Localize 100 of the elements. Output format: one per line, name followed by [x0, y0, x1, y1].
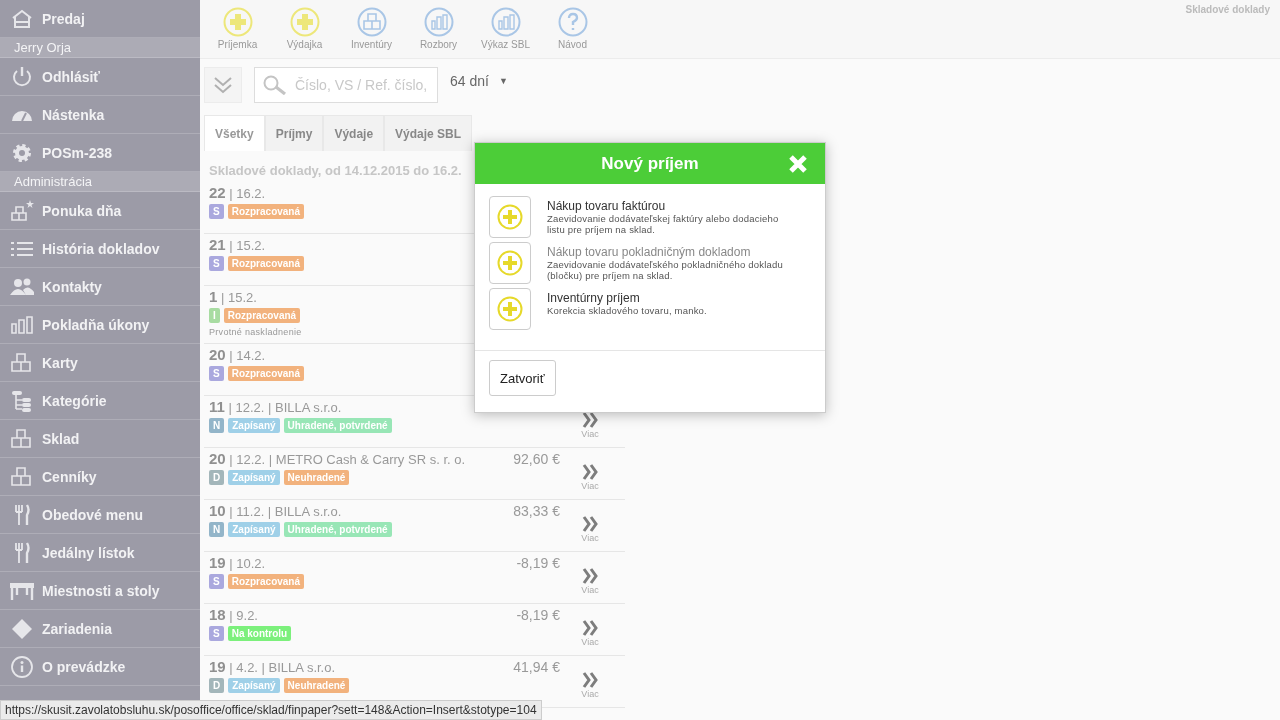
power-icon [11, 65, 33, 88]
period-dropdown[interactable]: 64 dní ▼ [450, 73, 508, 89]
double-chevron-right-icon [582, 464, 598, 480]
sidebar-item[interactable]: Kategórie [0, 382, 200, 420]
sidebar-item[interactable]: Kontakty [0, 268, 200, 306]
option-title[interactable]: Nákup tovaru faktúrou [547, 199, 797, 213]
tab[interactable]: Výdaje SBL [384, 115, 473, 151]
status-tag: Uhradené, potvrdené [283, 418, 392, 433]
boxes-icon [11, 466, 33, 487]
status-tag: Rozpracovaná [227, 574, 305, 589]
add-button[interactable] [489, 288, 531, 330]
document-note: Prvotné naskladnenie [209, 327, 303, 337]
boxes-star-icon [10, 199, 34, 222]
status-tag: S [209, 256, 224, 271]
house-icon [11, 8, 33, 29]
search-icon [263, 75, 287, 95]
sidebar-item[interactable]: Jedálny lístok [0, 534, 200, 572]
diamond-icon [12, 618, 32, 639]
boxes-icon [11, 428, 33, 449]
amount: 41,94 € [513, 659, 560, 675]
double-chevron-down-icon [213, 76, 233, 94]
status-tag: Rozpracovaná [223, 308, 301, 323]
more-link[interactable]: Viac [560, 502, 620, 551]
double-chevron-right-icon [582, 412, 598, 428]
document-title: 10 | 11.2. | BILLA s.r.o. [209, 502, 343, 519]
amount: -8,19 € [516, 555, 560, 571]
document-title: 19 | 4.2. | BILLA s.r.o. [209, 658, 337, 675]
status-tag: N [209, 522, 225, 537]
document-title: 1 | 15.2. [209, 288, 258, 305]
sidebar-item[interactable]: Obedové menu [0, 496, 200, 534]
status-tag: S [209, 366, 224, 381]
gear-icon [12, 142, 32, 163]
status-tag: Uhradené, potvrdené [283, 522, 392, 537]
dialog-title: Nový príjem [601, 153, 699, 174]
more-link[interactable]: Viac [560, 658, 620, 707]
toolbar-button[interactable]: Výdajka [271, 0, 338, 50]
sidebar-section-header: Jerry Orja [0, 38, 200, 58]
toolbar-button[interactable]: Príjemka [204, 0, 271, 50]
more-link[interactable]: Viac [560, 398, 620, 447]
status-tag: Zapísaný [228, 678, 280, 693]
status-tag: Zapísaný [228, 522, 280, 537]
plus-circle-icon [497, 250, 523, 276]
add-button[interactable] [489, 242, 531, 284]
sidebar-item[interactable]: Ponuka dňa [0, 192, 200, 230]
status-tag: D [209, 470, 225, 485]
tree-icon [11, 389, 33, 412]
tab[interactable]: Výdaje [323, 115, 385, 151]
people-icon [10, 277, 34, 296]
document-title: 21 | 15.2. [209, 236, 267, 253]
more-link[interactable]: Viac [560, 554, 620, 603]
plus-circle-icon [497, 204, 523, 230]
close-button[interactable]: Zatvoriť [489, 360, 556, 396]
toolbar-button[interactable]: Rozbory [405, 0, 472, 50]
status-tag: Rozpracovaná [227, 204, 305, 219]
status-tag: Zapísaný [228, 418, 280, 433]
double-chevron-right-icon [582, 516, 598, 532]
sidebar-item[interactable]: O prevádzke [0, 648, 200, 686]
option-description: Korekcia skladového tovaru, manko. [547, 305, 708, 317]
amount: -8,19 € [516, 607, 560, 623]
sidebar-item[interactable]: Pokladňa úkony [0, 306, 200, 344]
sidebar-item[interactable]: Odhlásiť [0, 58, 200, 96]
option-title[interactable]: Inventúrny príjem [547, 291, 797, 305]
status-tag: S [209, 574, 224, 589]
amount: 92,60 € [513, 451, 560, 467]
fork-knife-icon [14, 541, 30, 564]
amount: 83,33 € [513, 503, 560, 519]
sidebar-item[interactable]: História dokladov [0, 230, 200, 268]
document-title: 18 | 9.2. [209, 606, 259, 623]
sidebar-item[interactable]: Zariadenia [0, 610, 200, 648]
toolbar-button[interactable]: Výkaz SBL [472, 0, 539, 50]
sidebar-item[interactable]: Miestnosti a stoly [0, 572, 200, 610]
double-chevron-right-icon [582, 568, 598, 584]
status-tag: Zapísaný [228, 470, 280, 485]
tab[interactable]: Všetky [204, 115, 265, 151]
sidebar-item[interactable]: Karty [0, 344, 200, 382]
document-title: 19 | 10.2. [209, 554, 267, 571]
sidebar-item[interactable]: Sklad [0, 420, 200, 458]
info-icon [11, 655, 33, 678]
more-link[interactable]: Viac [560, 606, 620, 655]
boxes-icon [11, 352, 33, 373]
fork-knife-icon [14, 503, 30, 526]
expand-button[interactable] [204, 67, 242, 103]
status-tag: N [209, 418, 225, 433]
status-tag: Neuhradené [283, 470, 350, 485]
more-link[interactable]: Viac [560, 450, 620, 499]
sidebar-item[interactable]: Cenníky [0, 458, 200, 496]
option-title[interactable]: Nákup tovaru pokladničným dokladom [547, 245, 797, 259]
add-button[interactable] [489, 196, 531, 238]
sidebar-item[interactable]: Nástenka [0, 96, 200, 134]
document-title: 22 | 16.2. [209, 184, 267, 201]
close-icon[interactable] [789, 155, 807, 173]
toolbar-button[interactable]: Inventúry [338, 0, 405, 50]
status-tag: S [209, 626, 224, 641]
plus-circle-icon [497, 296, 523, 322]
toolbar-button[interactable]: Návod [539, 0, 606, 50]
status-tag: I [209, 308, 220, 323]
sidebar-section-header: Administrácia [0, 172, 200, 192]
table-icon [10, 581, 34, 600]
tab[interactable]: Príjmy [264, 115, 324, 151]
document-title: 11 | 12.2. | BILLA s.r.o. [209, 398, 343, 415]
